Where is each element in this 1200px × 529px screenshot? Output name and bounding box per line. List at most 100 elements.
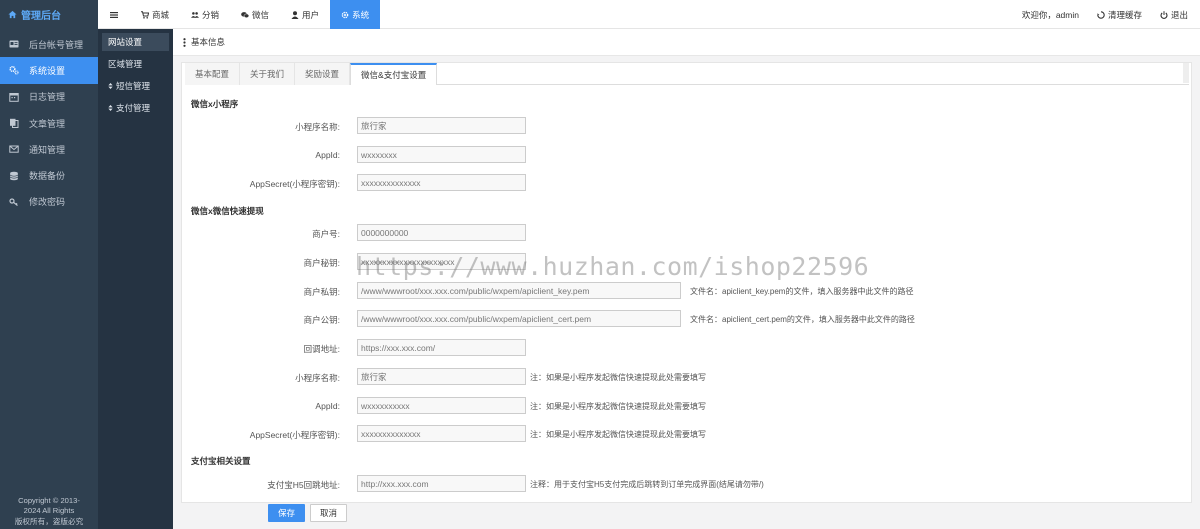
brand[interactable]: 管理后台 (0, 0, 98, 29)
sidebar-item-system-settings[interactable]: 系统设置 (0, 57, 98, 84)
sidebar-item-admin-accounts[interactable]: 后台帐号管理 (0, 31, 98, 57)
vertical-ellipsis-icon (183, 37, 186, 47)
recycle-icon (1096, 10, 1105, 19)
top-bar: 管理后台 商城 分销 微信 用户 系统 欢迎你，admin 清理缓存 退出 (0, 0, 1200, 29)
topnav-user[interactable]: 用户 (280, 0, 330, 29)
welcome-text: 欢迎你，admin (1021, 9, 1079, 20)
tab-basic-config[interactable]: 基本配置 (185, 63, 241, 85)
brand-title: 管理后台 (21, 11, 61, 22)
users-icon (191, 11, 200, 18)
topnav-menu-toggle[interactable] (98, 0, 130, 29)
sidebar-item-label: 后台帐号管理 (29, 39, 84, 50)
cart-icon (141, 10, 149, 19)
topnav-wechat-label: 微信 (252, 9, 270, 20)
sidebar-item-label: 通知管理 (29, 144, 66, 155)
form-row-withdraw-appid: AppId: 注：如果是小程序发起微信快速提现此处需要填写 (182, 397, 1182, 415)
watermark: https://www.huzhan.com/ishop22596 (356, 252, 870, 281)
copyright: Copyright © 2013- 2024 All Rights 版权所有，盗… (0, 496, 98, 528)
topnav-system[interactable]: 系统 (330, 0, 381, 29)
copy-icon (10, 118, 19, 129)
sidebar-item-label: 系统设置 (29, 65, 66, 76)
sidebar-item-change-password[interactable]: 修改密码 (0, 189, 98, 215)
save-button[interactable]: 保存 (268, 504, 306, 522)
withdraw-appid-input[interactable] (357, 397, 526, 414)
subnav-sms[interactable]: 短信管理 (102, 77, 169, 95)
sidebar-item-label: 修改密码 (29, 197, 66, 208)
form-actions: 保存 取消 (268, 504, 348, 522)
topnav-wechat[interactable]: 微信 (230, 0, 280, 29)
field-label: 回调地址: (303, 344, 340, 354)
id-card-icon (9, 40, 19, 48)
form-row-mch-private: 商户私钥: 文件名：apiclient_key.pem的文件，填入服务器中此文件… (182, 282, 1182, 300)
subnav-site-settings[interactable]: 网站设置 (102, 33, 169, 51)
field-label: 小程序名称: (295, 373, 340, 383)
field-label: 商户公钥: (303, 315, 340, 325)
topnav-distribution[interactable]: 分销 (180, 0, 230, 29)
withdraw-secret-input[interactable] (357, 425, 526, 442)
tab-about-us[interactable]: 关于我们 (240, 63, 296, 85)
mch-private-key-input[interactable] (357, 282, 681, 299)
field-label: 商户私钥: (303, 287, 340, 297)
subnav-label: 区域管理 (108, 59, 143, 69)
tab-bar: 基本配置 关于我们 奖励设置 微信&支付宝设置 (185, 63, 1189, 85)
field-note: 注：如果是小程序发起微信快速提现此处需要填写 (530, 402, 706, 411)
topnav-distribution-label: 分销 (202, 9, 220, 20)
cancel-button[interactable]: 取消 (310, 504, 348, 522)
user-icon (291, 10, 299, 19)
subnav-region[interactable]: 区域管理 (102, 55, 169, 73)
sidebar-item-articles[interactable]: 文章管理 (0, 110, 98, 136)
scrollbar[interactable] (1183, 63, 1189, 83)
sidebar-item-label: 文章管理 (29, 118, 66, 129)
field-label: AppSecret(小程序密钥): (249, 179, 340, 189)
sidebar-item-logs[interactable]: 日志管理 (0, 84, 98, 110)
clear-cache-button[interactable]: 清理缓存 (1096, 9, 1142, 21)
field-note: 文件名：apiclient_cert.pem的文件，填入服务器中此文件的路径 (690, 315, 915, 324)
form-row-mp-secret: AppSecret(小程序密钥): (182, 174, 1182, 192)
tab-reward-settings[interactable]: 奖励设置 (295, 63, 351, 85)
settings-panel: 基本配置 关于我们 奖励设置 微信&支付宝设置 微信x小程序 小程序名称: Ap… (181, 62, 1192, 503)
copyright-line-3: 版权所有，盗版必究 (14, 516, 84, 526)
field-note: 注：如果是小程序发起微信快速提现此处需要填写 (530, 373, 706, 382)
mch-public-key-input[interactable] (357, 310, 681, 327)
mp-secret-input[interactable] (357, 174, 526, 191)
page-title: 基本信息 (191, 37, 226, 47)
form-row-callback: 回调地址: (182, 339, 1182, 357)
key-icon (9, 198, 18, 206)
caret-updown-icon (108, 83, 113, 89)
cogs-icon (9, 66, 19, 75)
field-label: 支付宝H5回跳地址: (267, 480, 340, 490)
field-note: 注释：用于支付宝H5支付完成后跳转到订单完成界面(结尾请勿带/) (530, 480, 764, 489)
form-row-withdraw-mp-name: 小程序名称: 注：如果是小程序发起微信快速提现此处需要填写 (182, 368, 1182, 386)
form-row-mch-public: 商户公钥: 文件名：apiclient_cert.pem的文件，填入服务器中此文… (182, 310, 1182, 328)
mp-name-input[interactable] (357, 117, 526, 134)
subnav-payment[interactable]: 支付管理 (102, 99, 169, 117)
wechat-icon (241, 11, 250, 18)
callback-url-input[interactable] (357, 339, 526, 356)
topnav-system-label: 系统 (352, 9, 370, 20)
field-label: 商户秘钥: (303, 258, 340, 268)
home-icon (8, 10, 17, 19)
field-label: 商户号: (312, 229, 340, 239)
sidebar-item-backup[interactable]: 数据备份 (0, 162, 98, 188)
section-title-withdraw: 微信x微信快速提现 (191, 206, 264, 216)
clear-cache-label: 清理缓存 (1107, 9, 1142, 20)
mp-appid-input[interactable] (357, 146, 526, 163)
subnav-label: 短信管理 (116, 81, 151, 91)
database-icon (10, 171, 18, 180)
sub-sidebar: 网站设置 区域管理 短信管理 支付管理 (98, 29, 173, 529)
topnav-user-label: 用户 (302, 9, 320, 20)
field-label: AppSecret(小程序密钥): (249, 430, 340, 440)
mch-id-input[interactable] (357, 224, 526, 241)
logout-button[interactable]: 退出 (1160, 9, 1188, 21)
withdraw-mp-name-input[interactable] (357, 368, 526, 385)
topnav-mall[interactable]: 商城 (130, 0, 180, 29)
form-row-withdraw-secret: AppSecret(小程序密钥): 注：如果是小程序发起微信快速提现此处需要填写 (182, 425, 1182, 443)
tab-wechat-alipay[interactable]: 微信&支付宝设置 (350, 63, 438, 85)
copyright-line-2: 2024 All Rights (23, 506, 75, 515)
topnav-mall-label: 商城 (152, 9, 170, 20)
sidebar-item-label: 数据备份 (29, 171, 66, 182)
power-icon (1160, 10, 1168, 19)
alipay-h5-return-input[interactable] (357, 475, 526, 492)
sidebar-item-notifications[interactable]: 通知管理 (0, 136, 98, 162)
breadcrumb: 基本信息 (173, 29, 1200, 56)
